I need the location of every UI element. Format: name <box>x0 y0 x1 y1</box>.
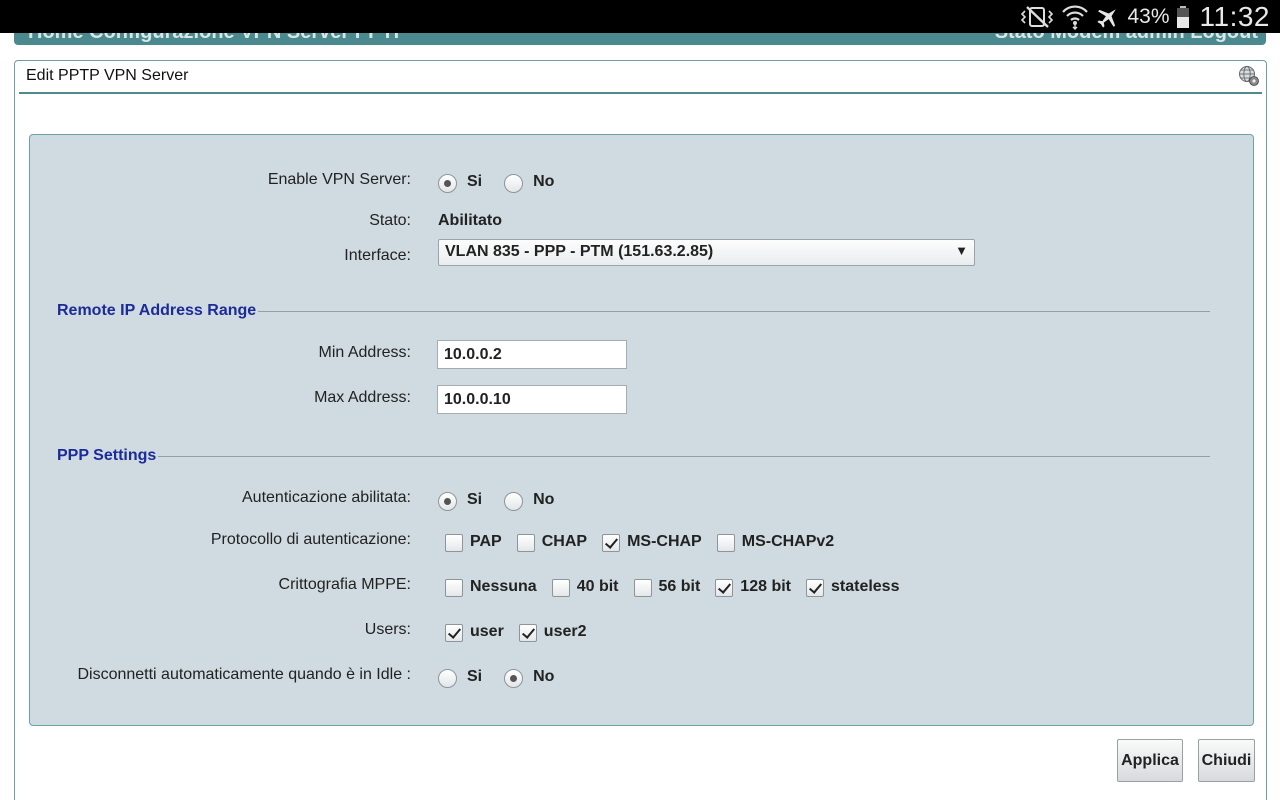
idle-disconnect-label: Disconnetti automaticamente quando è in … <box>77 666 411 683</box>
chap-label: CHAP <box>541 532 588 550</box>
min-address-label: Min Address: <box>318 344 411 361</box>
auth-enabled-no-label: No <box>533 491 555 508</box>
row-min-address: Min Address: 10.0.0.2 <box>30 340 1253 372</box>
top-navigation-bar: Home Configurazione VPN Server PPTP Stat… <box>14 33 1266 45</box>
chap-checkbox[interactable] <box>516 534 535 552</box>
auth-enabled-no-radio[interactable] <box>504 492 524 511</box>
mute-vibrate-icon <box>1021 5 1054 28</box>
idle-disconnect-si-radio[interactable] <box>438 669 457 688</box>
clock: 11:32 <box>1199 0 1270 32</box>
nav-menu-right[interactable]: Stato Modem admin Logout <box>995 33 1258 44</box>
battery-percentage: 43% <box>1127 4 1170 28</box>
mppe-label: Crittografia MPPE: <box>278 576 411 593</box>
airplane-mode-icon <box>1097 8 1117 28</box>
users-label: Users: <box>364 621 411 638</box>
row-stato: Stato: Abilitato <box>30 212 1253 240</box>
interface-label: Interface: <box>344 247 411 264</box>
enable-vpn-no-radio[interactable] <box>504 174 524 193</box>
idle-disconnect-si-label: Si <box>467 668 483 685</box>
max-address-label: Max Address: <box>314 389 411 406</box>
ms-chapv2-label: MS-CHAPv2 <box>741 532 835 550</box>
ms-chap-checkbox[interactable] <box>602 534 621 552</box>
wifi-icon <box>1062 5 1089 30</box>
user2-label: user2 <box>543 622 587 640</box>
users-options: user user2 <box>445 621 602 642</box>
enable-vpn-si-radio[interactable] <box>438 174 457 193</box>
remote-ip-range-section: Remote IP Address Range <box>57 302 1210 322</box>
interface-select[interactable]: VLAN 835 - PPP - PTM (151.63.2.85) ▼ <box>438 239 975 266</box>
row-idle-disconnect: Disconnetti automaticamente quando è in … <box>30 666 1253 694</box>
mppe-40bit-label: 40 bit <box>576 577 619 595</box>
min-address-input[interactable]: 10.0.0.2 <box>437 340 627 369</box>
row-auth-enabled: Autenticazione abilitata: Si No <box>30 489 1253 517</box>
auth-protocol-label: Protocollo di autenticazione: <box>210 531 411 548</box>
enable-vpn-no-label: No <box>533 173 555 190</box>
globe-settings-icon[interactable] <box>1238 65 1260 87</box>
mppe-nessuna-checkbox[interactable] <box>445 579 463 597</box>
max-address-input[interactable]: 10.0.0.10 <box>437 385 627 414</box>
pap-label: PAP <box>470 532 502 550</box>
mppe-128bit-label: 128 bit <box>740 577 791 595</box>
idle-disconnect-no-radio[interactable] <box>504 669 524 688</box>
status-bar-right: 43% 11:32 <box>1021 0 1270 33</box>
mppe-56bit-checkbox[interactable] <box>633 579 652 597</box>
settings-panel: Enable VPN Server: Si No Stato: Abilitat… <box>29 134 1254 726</box>
remote-ip-range-title: Remote IP Address Range <box>57 302 259 320</box>
idle-disconnect-no-label: No <box>533 668 555 685</box>
ppp-settings-title: PPP Settings <box>57 447 159 465</box>
enable-vpn-si-label: Si <box>467 173 483 190</box>
mppe-40bit-checkbox[interactable] <box>551 579 570 597</box>
battery-icon <box>1176 5 1189 28</box>
mppe-stateless-label: stateless <box>830 577 900 595</box>
status-bar: 43% 11:32 <box>0 0 1280 33</box>
row-enable-vpn: Enable VPN Server: Si No <box>30 171 1253 199</box>
row-auth-protocol: Protocollo di autenticazione: PAP CHAP M… <box>30 531 1253 559</box>
interface-selected-value: VLAN 835 - PPP - PTM (151.63.2.85) <box>445 243 714 260</box>
mppe-56bit-label: 56 bit <box>658 577 701 595</box>
apply-button[interactable]: Applica <box>1117 739 1183 782</box>
auth-enabled-si-label: Si <box>467 491 483 508</box>
ppp-settings-section: PPP Settings <box>57 447 1210 467</box>
section-divider <box>57 456 1210 457</box>
mppe-128bit-checkbox[interactable] <box>715 579 734 597</box>
ms-chap-label: MS-CHAP <box>627 532 702 550</box>
dropdown-arrow-icon: ▼ <box>955 243 968 258</box>
user-checkbox[interactable] <box>445 624 463 642</box>
auth-enabled-label: Autenticazione abilitata: <box>242 489 411 506</box>
auth-protocol-options: PAP CHAP MS-CHAP MS-CHAPv2 <box>445 531 849 552</box>
mppe-nessuna-label: Nessuna <box>470 577 537 595</box>
user-label: user <box>470 622 504 640</box>
nav-menu-left[interactable]: Home Configurazione VPN Server PPTP <box>28 33 407 44</box>
close-button[interactable]: Chiudi <box>1198 739 1255 782</box>
stato-label: Stato: <box>369 212 411 229</box>
ms-chapv2-checkbox[interactable] <box>716 534 735 552</box>
row-interface: Interface: VLAN 835 - PPP - PTM (151.63.… <box>30 239 1253 275</box>
dialog-title: Edit PPTP VPN Server <box>26 67 189 84</box>
row-users: Users: user user2 <box>30 621 1253 649</box>
row-mppe: Crittografia MPPE: Nessuna 40 bit 56 bit… <box>30 576 1253 604</box>
mppe-stateless-checkbox[interactable] <box>805 579 824 597</box>
mppe-options: Nessuna 40 bit 56 bit 128 bit stateless <box>445 576 914 597</box>
enable-vpn-label: Enable VPN Server: <box>267 171 411 188</box>
stato-value: Abilitato <box>438 212 502 229</box>
stato-field: Abilitato <box>438 212 502 230</box>
user2-checkbox[interactable] <box>518 624 537 642</box>
edit-pptp-dialog: Edit PPTP VPN Server Enable VPN Server: … <box>14 60 1267 800</box>
dialog-header: Edit PPTP VPN Server <box>19 61 1262 94</box>
auth-enabled-si-radio[interactable] <box>438 492 457 511</box>
auth-enabled-options: Si No <box>438 489 576 511</box>
enable-vpn-options: Si No <box>438 171 576 193</box>
row-max-address: Max Address: 10.0.0.10 <box>30 385 1253 417</box>
pap-checkbox[interactable] <box>445 534 463 552</box>
idle-disconnect-options: Si No <box>438 666 576 688</box>
